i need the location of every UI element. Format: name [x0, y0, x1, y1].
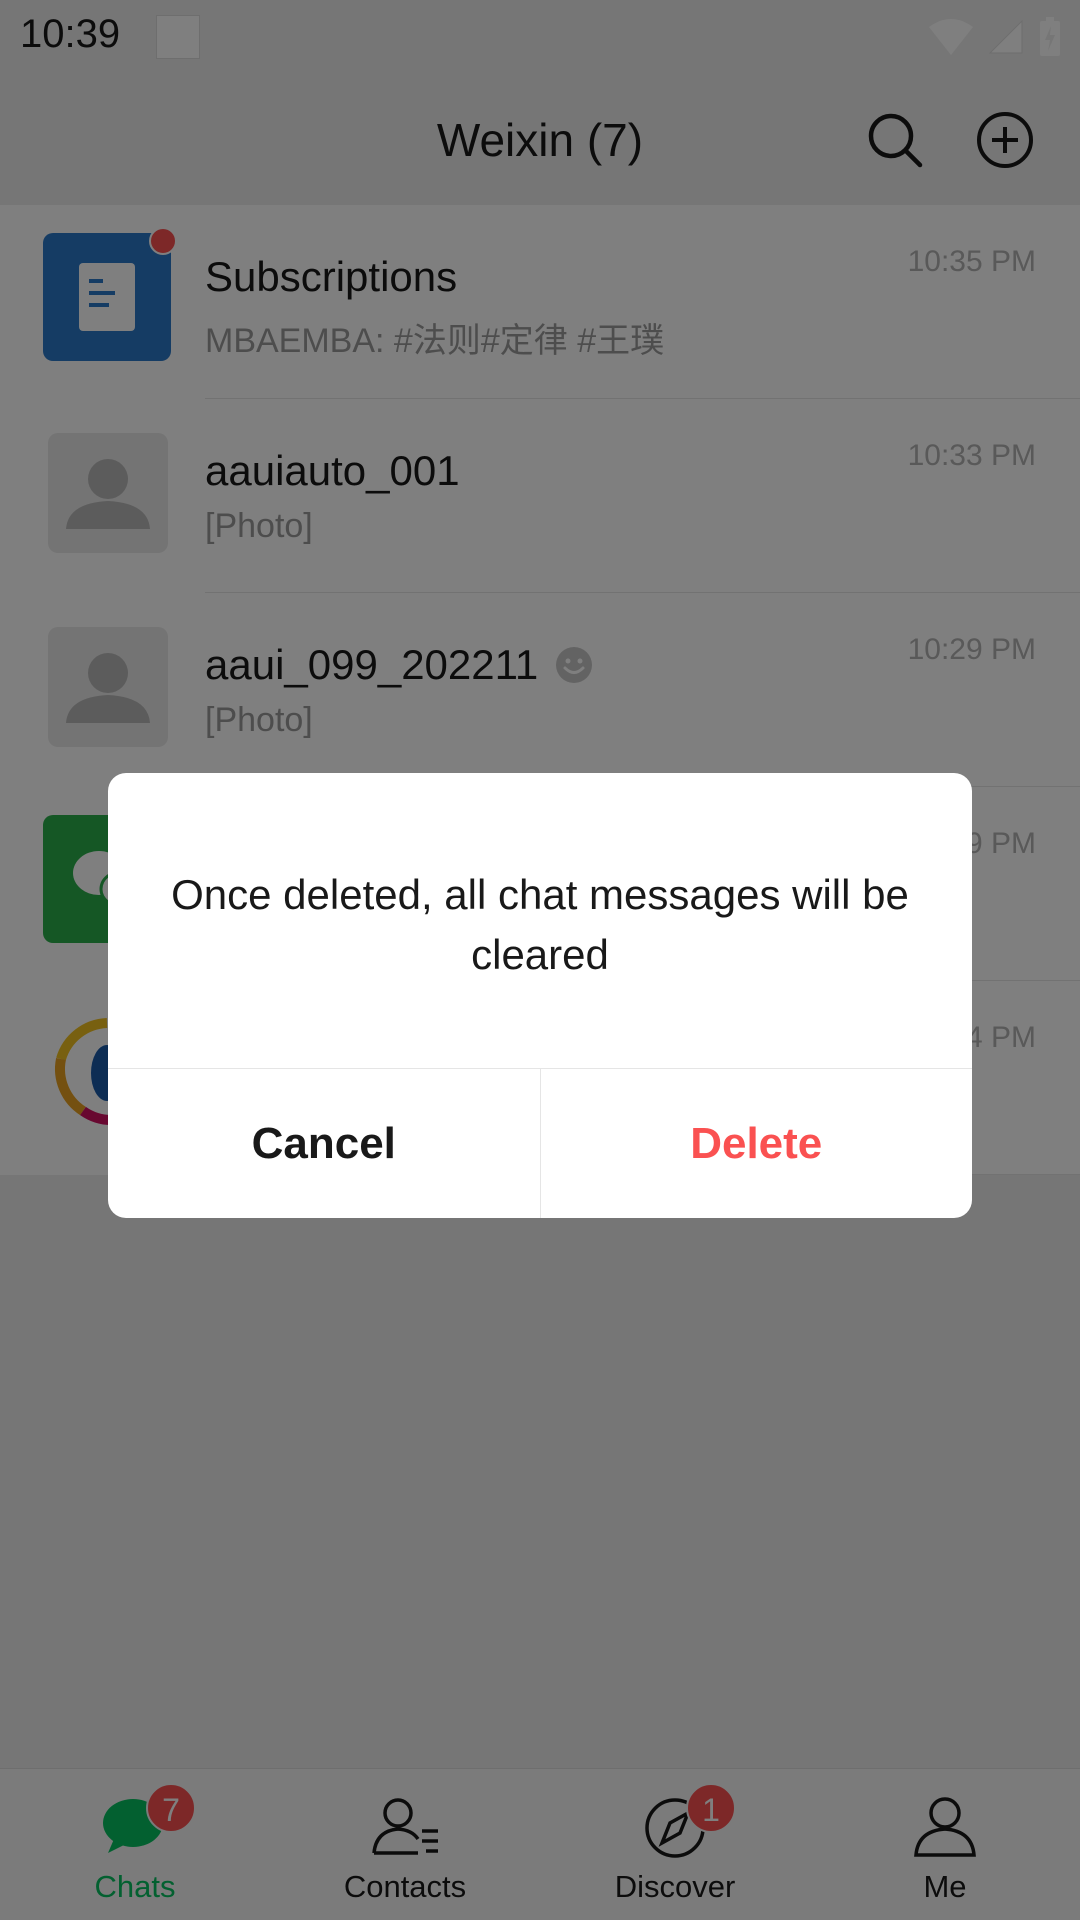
delete-confirm-dialog: Once deleted, all chat messages will be … — [108, 773, 972, 1218]
dialog-actions: Cancel Delete — [108, 1068, 972, 1218]
delete-button[interactable]: Delete — [541, 1069, 973, 1218]
dialog-message: Once deleted, all chat messages will be … — [171, 871, 909, 978]
cancel-button[interactable]: Cancel — [108, 1069, 541, 1218]
